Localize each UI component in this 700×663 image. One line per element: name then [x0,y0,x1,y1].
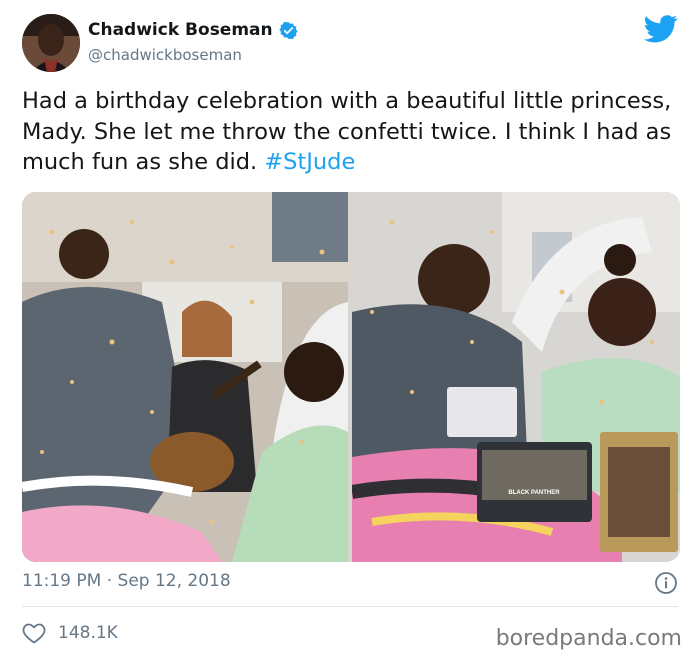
heart-icon[interactable] [22,622,46,644]
photo-right[interactable]: BLACK PANTHER [352,192,680,562]
tweet-author: Chadwick Boseman @chadwickboseman [88,20,298,64]
watermark: boredpanda.com [495,626,682,651]
hashtag-link[interactable]: #StJude [264,149,355,175]
divider [22,606,678,607]
photo-right-image: BLACK PANTHER [352,192,680,562]
toy-box-label: BLACK PANTHER [508,490,560,496]
photo-left[interactable] [22,192,348,562]
verified-badge-icon [279,21,298,39]
tweet-media[interactable]: BLACK PANTHER [22,192,680,562]
info-icon[interactable] [654,571,678,595]
avatar-image [22,14,80,72]
twitter-bird-icon[interactable] [644,14,678,44]
author-name[interactable]: Chadwick Boseman [88,20,273,40]
photo-left-image [22,192,348,562]
tweet-timestamp[interactable]: 11:19 PM · Sep 12, 2018 [22,571,231,591]
avatar[interactable] [22,14,80,72]
author-handle[interactable]: @chadwickboseman [88,46,298,64]
tweet-text: Had a birthday celebration with a beauti… [22,86,682,178]
like-count: 148.1K [58,623,118,643]
like-action[interactable]: 148.1K [22,622,118,644]
